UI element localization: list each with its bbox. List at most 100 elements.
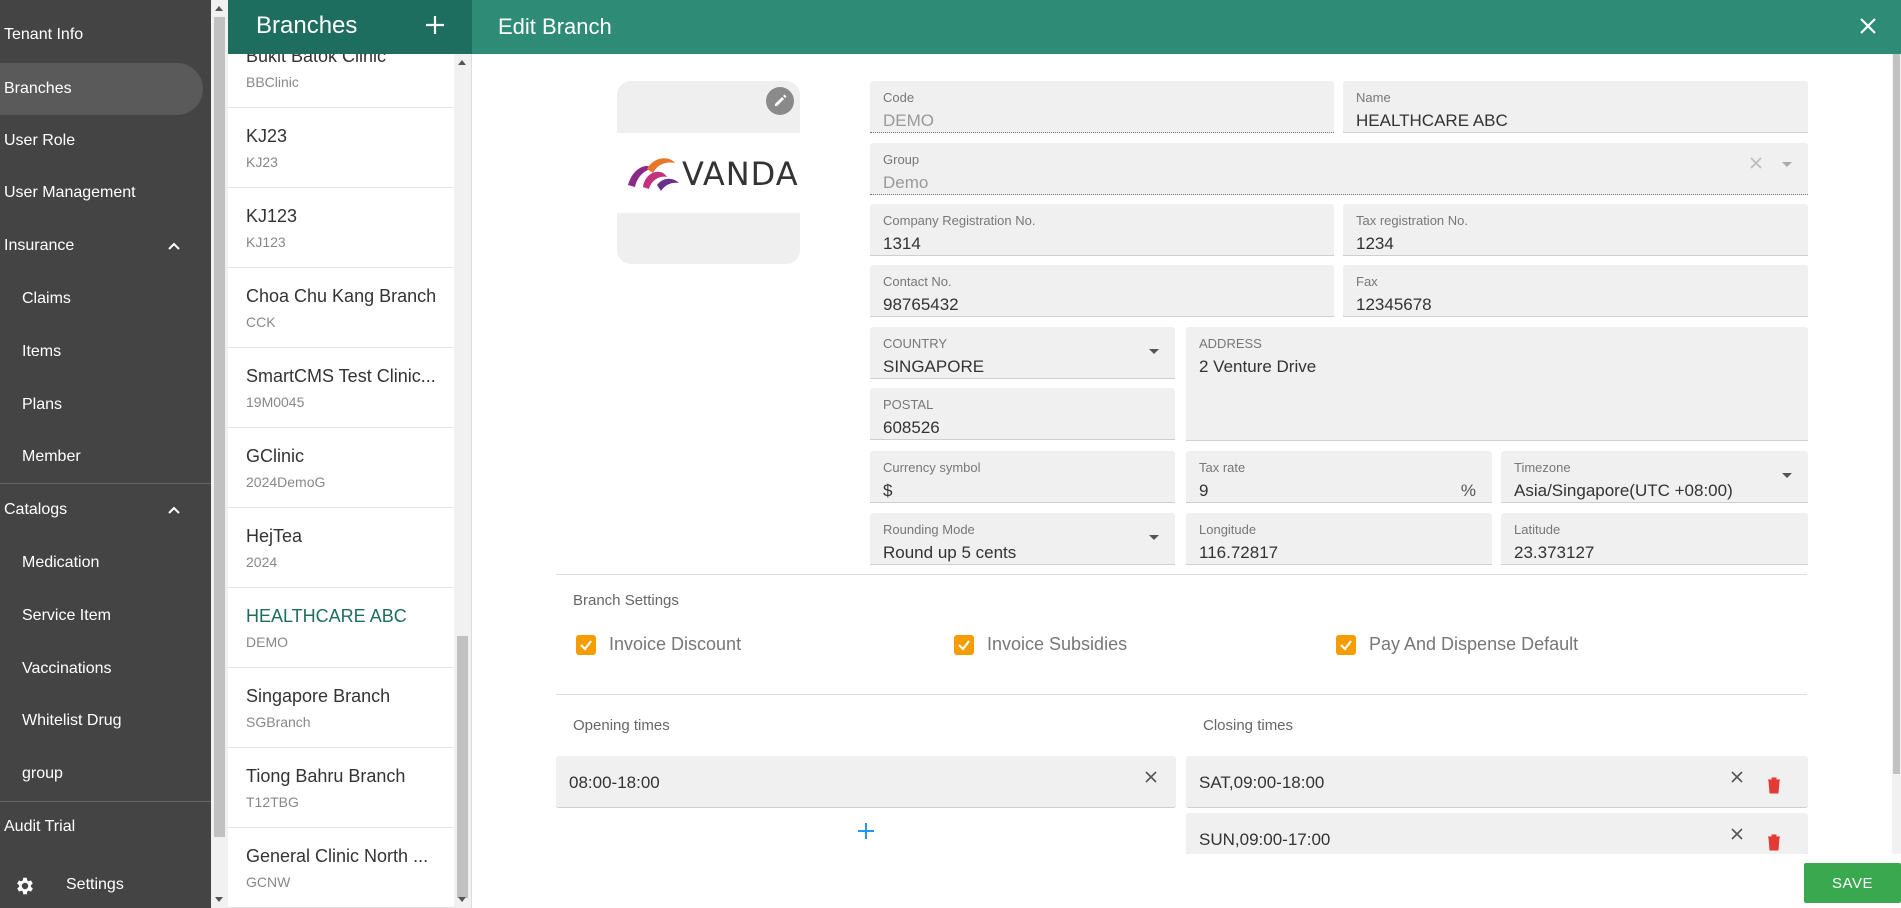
nav-item-vaccinations[interactable]: Vaccinations bbox=[0, 643, 203, 695]
edit-logo-button[interactable] bbox=[766, 87, 794, 115]
dropdown-arrow-icon[interactable] bbox=[1149, 349, 1159, 354]
name-field[interactable]: Name HEALTHCARE ABC bbox=[1343, 81, 1808, 133]
section-divider bbox=[556, 574, 1807, 575]
contact-number-field[interactable]: Contact No. 98765432 bbox=[870, 265, 1334, 317]
dropdown-arrow-icon[interactable] bbox=[1782, 473, 1792, 478]
postal-field[interactable]: POSTAL 608526 bbox=[870, 388, 1175, 440]
trash-icon[interactable] bbox=[1766, 833, 1782, 851]
code-field[interactable]: Code DEMO bbox=[870, 81, 1334, 133]
opening-time-entry[interactable]: 08:00-18:00 bbox=[556, 756, 1176, 808]
clear-icon[interactable] bbox=[1730, 827, 1744, 841]
nav-label: Member bbox=[22, 448, 81, 465]
branch-list-item[interactable]: GClinic 2024DemoG bbox=[228, 428, 454, 508]
nav-scrollbar[interactable] bbox=[211, 0, 228, 908]
nav-item-plans[interactable]: Plans bbox=[0, 379, 203, 431]
field-label: Longitude bbox=[1199, 522, 1257, 537]
scroll-up-arrow[interactable] bbox=[458, 60, 466, 65]
nav-item-user-role[interactable]: User Role bbox=[0, 115, 203, 167]
branch-list-item-selected[interactable]: HEALTHCARE ABC DEMO bbox=[228, 588, 454, 668]
nav-item-items[interactable]: Items bbox=[0, 326, 203, 378]
scroll-thumb[interactable] bbox=[1893, 54, 1900, 774]
branch-list-item[interactable]: SmartCMS Test Clinic... 19M0045 bbox=[228, 348, 454, 428]
invoice-subsidies-checkbox[interactable]: Invoice Subsidies bbox=[954, 634, 1127, 655]
branch-list-item[interactable]: Choa Chu Kang Branch CCK bbox=[228, 268, 454, 348]
branch-list-item[interactable]: Singapore Branch SGBranch bbox=[228, 668, 454, 748]
edit-scrollbar[interactable] bbox=[1892, 54, 1901, 854]
save-button[interactable]: SAVE bbox=[1804, 863, 1901, 903]
branch-list-item[interactable]: Tiong Bahru Branch T12TBG bbox=[228, 748, 454, 828]
tax-rate-field[interactable]: Tax rate 9 % bbox=[1186, 451, 1492, 503]
scroll-thumb[interactable] bbox=[214, 17, 225, 837]
company-registration-field[interactable]: Company Registration No. 1314 bbox=[870, 204, 1334, 256]
branch-code: SGBranch bbox=[246, 714, 311, 730]
branch-name: Bukit Batok Clinic bbox=[246, 54, 387, 66]
country-select[interactable]: COUNTRY SINGAPORE bbox=[870, 327, 1175, 379]
nav-item-group[interactable]: group bbox=[0, 748, 203, 800]
invoice-discount-checkbox[interactable]: Invoice Discount bbox=[576, 634, 741, 655]
nav-item-branches[interactable]: Branches bbox=[0, 63, 203, 115]
nav-item-member[interactable]: Member bbox=[0, 431, 203, 483]
close-icon[interactable] bbox=[1859, 17, 1877, 35]
address-textarea[interactable]: ADDRESS 2 Venture Drive bbox=[1186, 327, 1808, 441]
pay-and-dispense-default-checkbox[interactable]: Pay And Dispense Default bbox=[1336, 634, 1578, 655]
field-label: POSTAL bbox=[883, 397, 934, 412]
branch-list-item[interactable]: General Clinic North ... GCNW bbox=[228, 828, 454, 908]
dropdown-arrow-icon[interactable] bbox=[1149, 535, 1159, 540]
field-value: $ bbox=[883, 481, 893, 500]
nav-item-whitelist-drug[interactable]: Whitelist Drug bbox=[0, 695, 203, 747]
nav-item-medication[interactable]: Medication bbox=[0, 537, 203, 589]
nav-label: User Role bbox=[4, 132, 76, 149]
scroll-up-arrow[interactable] bbox=[215, 6, 223, 11]
clear-icon[interactable] bbox=[1144, 770, 1158, 784]
branch-code: 2024DemoG bbox=[246, 474, 326, 490]
branch-logo[interactable]: VANDA bbox=[617, 81, 800, 264]
field-value: 23.373127 bbox=[1514, 543, 1595, 562]
field-value: 2 Venture Drive bbox=[1199, 357, 1317, 376]
fax-field[interactable]: Fax 12345678 bbox=[1343, 265, 1808, 317]
branch-list-item[interactable]: HejTea 2024 bbox=[228, 508, 454, 588]
nav-item-user-management[interactable]: User Management bbox=[0, 167, 203, 219]
branch-list-scrollbar[interactable] bbox=[454, 54, 471, 908]
scroll-down-arrow[interactable] bbox=[215, 897, 223, 902]
nav-item-tenant-info[interactable]: Tenant Info bbox=[0, 9, 203, 61]
longitude-field[interactable]: Longitude 116.72817 bbox=[1186, 513, 1492, 565]
scroll-down-arrow[interactable] bbox=[458, 897, 466, 902]
trash-icon[interactable] bbox=[1766, 776, 1782, 794]
branch-name: GClinic bbox=[246, 446, 305, 466]
field-value: SINGAPORE bbox=[883, 357, 985, 376]
closing-time-entry[interactable]: SAT,09:00-18:00 bbox=[1186, 756, 1808, 808]
field-label: Tax registration No. bbox=[1356, 213, 1468, 228]
field-value: 116.72817 bbox=[1199, 543, 1279, 562]
branch-name: HejTea bbox=[246, 526, 303, 546]
nav-item-service-item[interactable]: Service Item bbox=[0, 590, 203, 642]
timezone-select[interactable]: Timezone Asia/Singapore(UTC +08:00) bbox=[1501, 451, 1808, 503]
tax-registration-field[interactable]: Tax registration No. 1234 bbox=[1343, 204, 1808, 256]
field-label: Company Registration No. bbox=[883, 213, 1036, 228]
clear-icon[interactable] bbox=[1749, 156, 1763, 170]
scroll-thumb[interactable] bbox=[457, 636, 468, 898]
nav-settings[interactable]: Settings bbox=[0, 862, 211, 908]
closing-time-entry[interactable]: SUN,09:00-17:00 bbox=[1186, 813, 1808, 855]
branches-panel: Branches Bukit Batok Clinic BBClinic KJ23… bbox=[228, 0, 472, 908]
branch-list-item[interactable]: Bukit Batok Clinic BBClinic bbox=[228, 54, 454, 108]
field-label: Currency symbol bbox=[883, 460, 981, 475]
nav-item-claims[interactable]: Claims bbox=[0, 273, 203, 325]
branch-list-item[interactable]: KJ123 KJ123 bbox=[228, 188, 454, 268]
currency-symbol-field[interactable]: Currency symbol $ bbox=[870, 451, 1175, 503]
add-opening-time-button[interactable] bbox=[857, 822, 875, 840]
nav-item-insurance[interactable]: Insurance bbox=[0, 220, 203, 272]
latitude-field[interactable]: Latitude 23.373127 bbox=[1501, 513, 1808, 565]
field-value: Round up 5 cents bbox=[883, 543, 1017, 562]
group-select[interactable]: Group Demo bbox=[870, 143, 1808, 195]
field-label: Timezone bbox=[1514, 460, 1571, 475]
nav-item-catalogs[interactable]: Catalogs bbox=[0, 484, 203, 536]
rounding-mode-select[interactable]: Rounding Mode Round up 5 cents bbox=[870, 513, 1175, 565]
dropdown-arrow-icon[interactable] bbox=[1782, 162, 1792, 167]
branch-list-item[interactable]: KJ23 KJ23 bbox=[228, 108, 454, 188]
checkbox-label: Invoice Subsidies bbox=[987, 634, 1128, 654]
add-branch-button[interactable] bbox=[424, 14, 446, 36]
clear-icon[interactable] bbox=[1730, 770, 1744, 784]
logo-background: VANDA bbox=[617, 133, 800, 213]
nav-item-audit-trial[interactable]: Audit Trial bbox=[0, 801, 203, 853]
checkbox-checked-icon bbox=[576, 634, 596, 655]
